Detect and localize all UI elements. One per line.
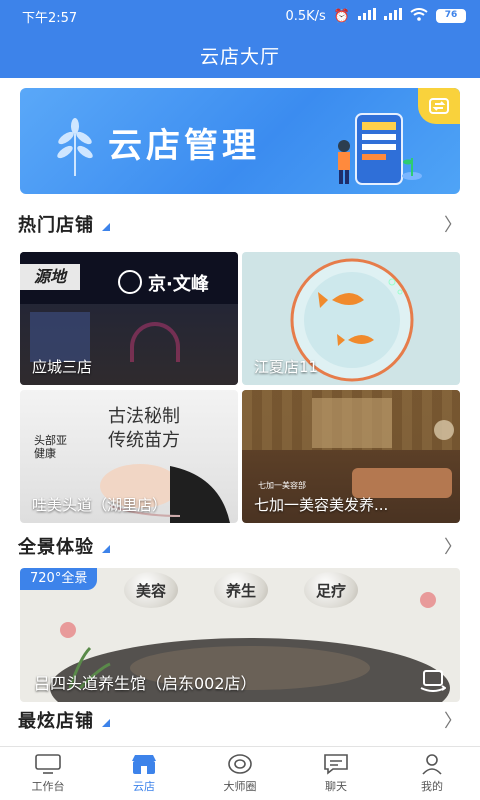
tab-master-circle[interactable]: 大师圈 <box>192 747 288 800</box>
triangle-icon <box>102 223 110 231</box>
poster-line-1: 古法秘制 <box>108 406 180 427</box>
status-time: 下午2:57 <box>22 10 78 26</box>
panorama-store-card[interactable]: 720°全景 美容 养生 足疗 吕四头道养生馆（启东002店） <box>20 568 460 702</box>
banner-title: 云店管理 <box>108 126 260 166</box>
leaf-icon <box>57 118 93 176</box>
battery-icon: 76 <box>436 9 466 23</box>
poster-vertical-text: 头部亚健康 <box>34 434 67 460</box>
panorama-title: 全景体验 <box>18 537 94 558</box>
tag-bubble: 养生 <box>214 572 268 608</box>
panorama-store-name: 吕四头道养生馆（启东002店） <box>34 674 257 693</box>
tab-cloud-store[interactable]: 云店 <box>96 747 192 800</box>
coolest-stores-title: 最炫店铺 <box>18 711 94 732</box>
wifi-icon <box>410 7 428 25</box>
store-name: 应城三店 <box>32 358 93 376</box>
bottom-tab-bar: 工作台 云店 大师圈 聊天 我的 <box>0 746 480 800</box>
tag-bubble: 足疗 <box>304 572 358 608</box>
chevron-right-icon[interactable]: 〉 <box>444 707 462 733</box>
triangle-icon <box>102 545 110 553</box>
triangle-icon <box>102 719 110 727</box>
coolest-stores-header[interactable]: 最炫店铺 〉 <box>18 705 462 735</box>
watermark-text: 七加一美容部 <box>258 481 306 490</box>
banner-corner-badge <box>418 88 460 124</box>
signal-icon-2 <box>384 8 402 24</box>
store-card[interactable]: 古法秘制 传统苗方 头部亚健康 哇美头道（湖里店） <box>20 390 238 523</box>
network-speed: 0.5K/s <box>285 8 326 24</box>
status-bar: 下午2:57 0.5K/s ⏰ 76 <box>0 0 480 32</box>
tab-label: 工作台 <box>31 780 65 793</box>
store-card[interactable]: 七加一美容部 七加一美容美发养... <box>242 390 460 523</box>
tab-label: 云店 <box>133 780 155 793</box>
store-icon <box>132 755 156 774</box>
circle-icon <box>228 754 252 774</box>
store-card[interactable]: 源地 京·文峰 应城三店 <box>20 252 238 385</box>
panorama-view-icon[interactable] <box>420 668 446 692</box>
panorama-header[interactable]: 全景体验 〉 <box>18 531 462 561</box>
store-name: 江夏店11 <box>254 358 319 376</box>
tab-me[interactable]: 我的 <box>384 747 480 800</box>
store-name: 哇美头道（湖里店） <box>32 496 168 514</box>
chevron-right-icon[interactable]: 〉 <box>444 533 462 559</box>
main-content: 云店管理 热门店铺 〉 源地 京·文峰 应城三店 江夏店11 古法秘制 传统苗方… <box>0 78 480 746</box>
shop-sign-left: 源地 <box>20 264 80 290</box>
tab-label: 聊天 <box>325 780 347 793</box>
monitor-icon <box>35 754 61 774</box>
store-name: 七加一美容美发养... <box>254 496 389 514</box>
tab-workbench[interactable]: 工作台 <box>0 747 96 800</box>
cloud-store-management-banner[interactable]: 云店管理 <box>20 88 460 194</box>
signal-icon <box>358 8 376 24</box>
page-title: 云店大厅 <box>0 32 480 78</box>
tag-bubble: 美容 <box>124 572 178 608</box>
phone-illustration-icon <box>338 113 422 185</box>
panorama-badge: 720°全景 <box>20 568 98 590</box>
shop-sign-text: 京·文峰 <box>148 274 209 295</box>
hot-stores-header[interactable]: 热门店铺 〉 <box>18 209 462 239</box>
tab-chat[interactable]: 聊天 <box>288 747 384 800</box>
tab-label: 大师圈 <box>223 780 257 793</box>
status-icons: 0.5K/s ⏰ 76 <box>285 7 466 25</box>
hot-stores-title: 热门店铺 <box>18 215 94 236</box>
swap-icon <box>429 98 449 114</box>
alarm-icon: ⏰ <box>333 8 350 24</box>
store-card[interactable]: 江夏店11 <box>242 252 460 385</box>
tab-label: 我的 <box>421 780 443 793</box>
chevron-right-icon[interactable]: 〉 <box>444 211 462 237</box>
chat-icon <box>324 754 348 775</box>
person-icon <box>422 754 442 775</box>
